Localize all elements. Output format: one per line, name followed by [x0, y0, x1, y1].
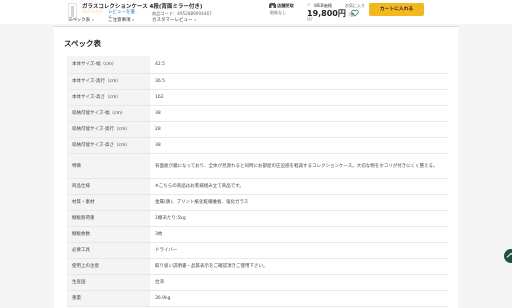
spec-row: 収納可能サイズ-幅（cm） 38	[67, 105, 448, 122]
spec-value: 28	[150, 121, 448, 138]
spec-key: 特徴	[67, 153, 150, 179]
spec-row: 本体サイズ-奥行（cm） 36.5	[67, 73, 448, 90]
spec-row: 重量 36.9kg	[67, 290, 448, 307]
store-pickup-label: 店舗受取	[277, 3, 294, 8]
heart-icon[interactable]	[351, 9, 359, 17]
tab-reviews-label: カスタマーレビュー	[152, 18, 193, 23]
spec-key: 棚板耐荷重	[67, 210, 150, 227]
tab-reviews[interactable]: カスタマーレビュー ∨	[152, 17, 197, 23]
spec-row: 生産国 台湾	[67, 274, 448, 291]
spec-row: 特徴 背面板が鏡になっており、全体が見渡れると同時にお部屋の圧迫感を軽減するコレク…	[67, 153, 448, 179]
spec-row: 本体サイズ-幅（cm） 42.5	[67, 56, 448, 74]
spec-key: 重量	[67, 290, 150, 307]
spec-key: 収納可能サイズ-奥行（cm）	[67, 121, 150, 138]
spec-value: 38	[150, 105, 448, 122]
spec-value: 36.9kg	[150, 290, 448, 307]
spec-row: 収納可能サイズ-高さ（cm） 38	[67, 137, 448, 154]
spec-key: 必要工具	[67, 242, 150, 259]
spec-key: 収納可能サイズ-高さ（cm）	[67, 137, 150, 154]
spec-value: 1棚あたり:5kg	[150, 210, 448, 227]
spec-key: 本体サイズ-奥行（cm）	[67, 73, 150, 90]
spec-row: 使用上の注意 取り扱い説明書・品質表示をご確認頂きご使用下さい。	[67, 258, 448, 275]
write-review-link[interactable]: レビューを書	[108, 9, 135, 15]
spec-row: 棚板耐荷重 1棚あたり:5kg	[67, 210, 448, 227]
spec-value: 背面板が鏡になっており、全体が見渡れると同時にお部屋の圧迫感を軽減するコレクショ…	[150, 153, 448, 179]
product-code-value: 4952889004467	[177, 11, 212, 16]
store-pickup-status: 取扱なし	[270, 10, 286, 15]
spec-value: ドライバー	[150, 242, 448, 259]
spec-row: 商品仕様 ※こちらの商品はお客様組み立て商品です。	[67, 178, 448, 195]
spec-key: 生産国	[67, 274, 150, 291]
spec-key: 収納可能サイズ-幅（cm）	[67, 105, 150, 122]
add-to-cart-button[interactable]: カートに入れる	[369, 3, 424, 16]
spec-value: 台湾	[150, 274, 448, 291]
tab-notes[interactable]: ご注意事項 ∨	[108, 17, 135, 23]
spec-key: 材質・素材	[67, 194, 150, 211]
spec-value: 金属(鉄)、プリント紙化粧繊維板、強化ガラス	[150, 194, 448, 211]
spec-value: 取り扱い説明書・品質表示をご確認頂きご使用下さい。	[150, 258, 448, 275]
spec-value: 162	[150, 89, 448, 106]
spec-key: 商品仕様	[67, 178, 150, 195]
product-code-label: 商品コード	[152, 11, 173, 16]
spec-value: 38	[150, 137, 448, 154]
spec-value: ※こちらの商品はお客様組み立て商品です。	[150, 178, 448, 195]
spec-row: 本体サイズ-高さ（cm） 162	[67, 89, 448, 106]
spec-table: 本体サイズ-幅（cm） 42.5 本体サイズ-奥行（cm） 36.5 本体サイズ-高さ（…	[67, 56, 448, 307]
spec-key: 棚板枚数	[67, 226, 150, 243]
spec-row: 材質・素材 金属(鉄)、プリント紙化粧繊維板、強化ガラス	[67, 194, 448, 211]
chevron-down-icon: ∨	[131, 18, 135, 22]
spec-value: 36.5	[150, 73, 448, 90]
chevron-down-icon: ∨	[91, 18, 95, 22]
spec-row: 棚板枚数 3枚	[67, 226, 448, 243]
scroll-to-top-button[interactable]	[504, 249, 512, 263]
spec-key: 本体サイズ-幅（cm）	[67, 56, 150, 74]
store-icon	[269, 3, 276, 8]
rating-stars: ☆☆☆☆☆	[82, 9, 103, 15]
chevron-down-icon: ∨	[193, 18, 197, 22]
tab-spec-label: スペック表	[68, 18, 91, 23]
tax-note: 込）	[307, 16, 315, 21]
spec-key: 本体サイズ-高さ（cm）	[67, 89, 150, 106]
spec-title: スペック表	[64, 39, 101, 48]
spec-value: 42.5	[150, 56, 448, 74]
tab-notes-label: ご注意事項	[108, 18, 131, 23]
spec-row: 収納可能サイズ-奥行（cm） 28	[67, 121, 448, 138]
tab-spec[interactable]: スペック表 ∨	[68, 17, 94, 23]
spec-key: 使用上の注意	[67, 258, 150, 275]
spec-value: 3枚	[150, 226, 448, 243]
spec-row: 必要工具 ドライバー	[67, 242, 448, 259]
